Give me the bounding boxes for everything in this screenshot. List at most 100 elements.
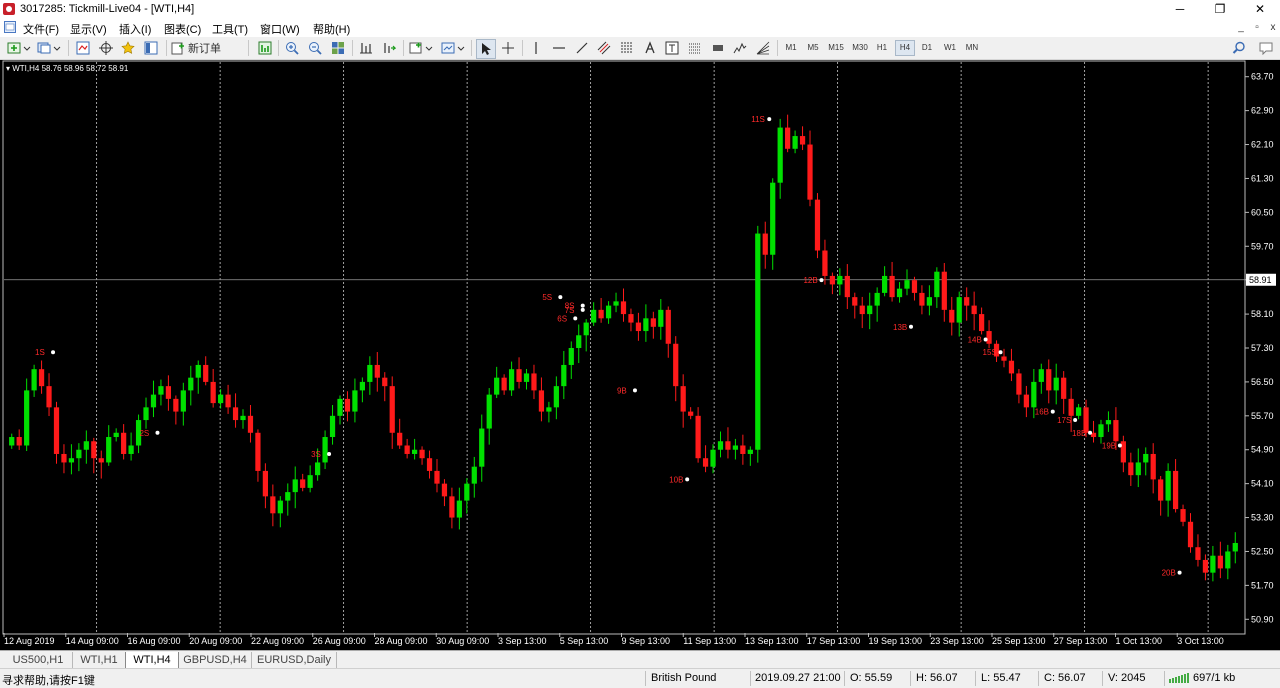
candle-body [1195, 547, 1201, 560]
horizontal-line-button[interactable] [550, 39, 568, 57]
signal-label: 17S [1057, 416, 1071, 425]
menu-help[interactable]: 帮助(H) [313, 21, 350, 37]
indicators-button[interactable] [408, 39, 434, 57]
candle-body [404, 445, 410, 454]
search-button[interactable] [1230, 39, 1248, 57]
candle-body [1143, 453, 1149, 463]
fibonacci-button[interactable] [618, 39, 636, 57]
chart-window[interactable]: 1S 2S 3S 5S 6S 7S 8S 9B 10B 11S 12B 13B 14B 15S 16B 17S… [0, 60, 1280, 650]
candle-body [322, 437, 328, 463]
autotrading-button[interactable] [256, 39, 274, 57]
tab-gbpusd-h4[interactable]: GBPUSD,H4 [179, 652, 252, 668]
terminal-button[interactable] [142, 39, 160, 57]
timeframe-d1[interactable]: D1 [918, 41, 936, 55]
candle-body [1217, 555, 1223, 569]
candle-body [1008, 360, 1015, 374]
equidistant-channel-button[interactable] [595, 39, 613, 57]
bull-candle [1135, 448, 1141, 488]
candle-body [553, 386, 559, 408]
zoom-in-button[interactable] [283, 39, 301, 57]
candle-body [747, 449, 753, 454]
candle-body [464, 483, 470, 501]
gann-button[interactable] [754, 39, 772, 57]
timeframe-m30[interactable]: M30 [850, 41, 870, 55]
mdi-restore-button[interactable]: ▫ [1250, 21, 1264, 34]
timeframe-h1[interactable]: H1 [873, 41, 891, 55]
tile-windows-button[interactable] [329, 39, 347, 57]
restore-button[interactable]: ❐ [1198, 0, 1242, 19]
chart-shift-button[interactable] [357, 39, 375, 57]
mdi-minimize-button[interactable]: _ [1234, 21, 1248, 34]
bull-candle [710, 444, 716, 474]
tab-eurusd-daily[interactable]: EURUSD,Daily [252, 652, 337, 668]
status-connection[interactable]: 697/1 kb [1169, 672, 1235, 684]
chat-button[interactable] [1256, 39, 1276, 57]
bear-candle [680, 374, 686, 428]
price-chart[interactable]: 1S2S3S5S6S7S8S9B10B11S12B13B14B15S16B17S… [0, 60, 1280, 650]
text-label-button[interactable] [663, 39, 681, 57]
mdi-close-button[interactable]: x [1266, 21, 1280, 34]
bear-candle [844, 264, 850, 310]
timeframe-mn[interactable]: MN [963, 41, 981, 55]
candle-body [852, 297, 858, 306]
tab-wti-h4[interactable]: WTI,H4 [125, 652, 179, 669]
candle-body [501, 377, 507, 391]
candle-body [658, 309, 664, 327]
bull-candle [874, 287, 880, 322]
bear-candle [404, 438, 410, 459]
crosshair-tool-button[interactable] [499, 39, 517, 57]
menu-tools[interactable]: 工具(T) [212, 21, 248, 37]
templates-button[interactable] [440, 39, 466, 57]
signal-label: 2S [139, 429, 149, 438]
profiles-button[interactable] [36, 39, 62, 57]
menu-insert[interactable]: 插入(I) [119, 21, 151, 37]
candle-body [1135, 462, 1141, 476]
timeframe-m1[interactable]: M1 [782, 41, 800, 55]
y-tick-label: 53.30 [1251, 513, 1274, 523]
elliott-wave-button[interactable] [731, 39, 749, 57]
timeframe-w1[interactable]: W1 [941, 41, 959, 55]
timeframe-m5[interactable]: M5 [804, 41, 822, 55]
data-window-button[interactable] [97, 39, 115, 57]
menu-charts[interactable]: 图表(C) [164, 21, 201, 37]
candle-body [1158, 479, 1164, 501]
candle-body [1202, 559, 1209, 573]
new-order-button[interactable]: 新订单 [171, 39, 223, 57]
x-tick-label: 26 Aug 09:00 [313, 636, 366, 646]
x-tick-label: 25 Sep 13:00 [992, 636, 1046, 646]
rectangle-button[interactable] [709, 39, 727, 57]
vertical-line-button[interactable] [527, 39, 545, 57]
market-watch-button[interactable] [74, 39, 92, 57]
tab-us500-h1[interactable]: US500,H1 [4, 652, 73, 668]
bull-candle [576, 324, 582, 364]
bear-candle [262, 463, 269, 509]
bear-candle [740, 434, 746, 465]
tab-wti-h1[interactable]: WTI,H1 [73, 652, 126, 668]
trendline-button[interactable] [573, 39, 591, 57]
minimize-button[interactable]: ─ [1158, 0, 1202, 19]
auto-scroll-button[interactable] [380, 39, 398, 57]
zoom-out-button[interactable] [306, 39, 324, 57]
text-tool-button[interactable] [641, 39, 659, 57]
timeframe-m15[interactable]: M15 [826, 41, 846, 55]
crosshair-target-icon [99, 41, 113, 55]
bear-candle [38, 360, 45, 394]
close-button[interactable]: ✕ [1238, 0, 1280, 19]
candle-body [285, 492, 291, 501]
candle-body [300, 479, 306, 488]
candle-body [702, 458, 709, 467]
arrow-objects-button[interactable] [686, 39, 704, 57]
bear-candle [121, 424, 127, 460]
menu-window[interactable]: 窗口(W) [260, 21, 300, 37]
new-chart-button[interactable] [6, 39, 32, 57]
status-low: L: 55.47 [981, 672, 1021, 684]
y-tick-label: 54.90 [1251, 445, 1274, 455]
timeframe-h4[interactable]: H4 [895, 40, 915, 56]
navigator-button[interactable] [119, 39, 137, 57]
bear-candle [665, 306, 671, 358]
candle-body [218, 394, 224, 404]
candle-body [1098, 424, 1104, 438]
cursor-tool-button[interactable] [476, 39, 496, 59]
menu-file[interactable]: 文件(F) [23, 21, 59, 37]
menu-view[interactable]: 显示(V) [70, 21, 107, 37]
